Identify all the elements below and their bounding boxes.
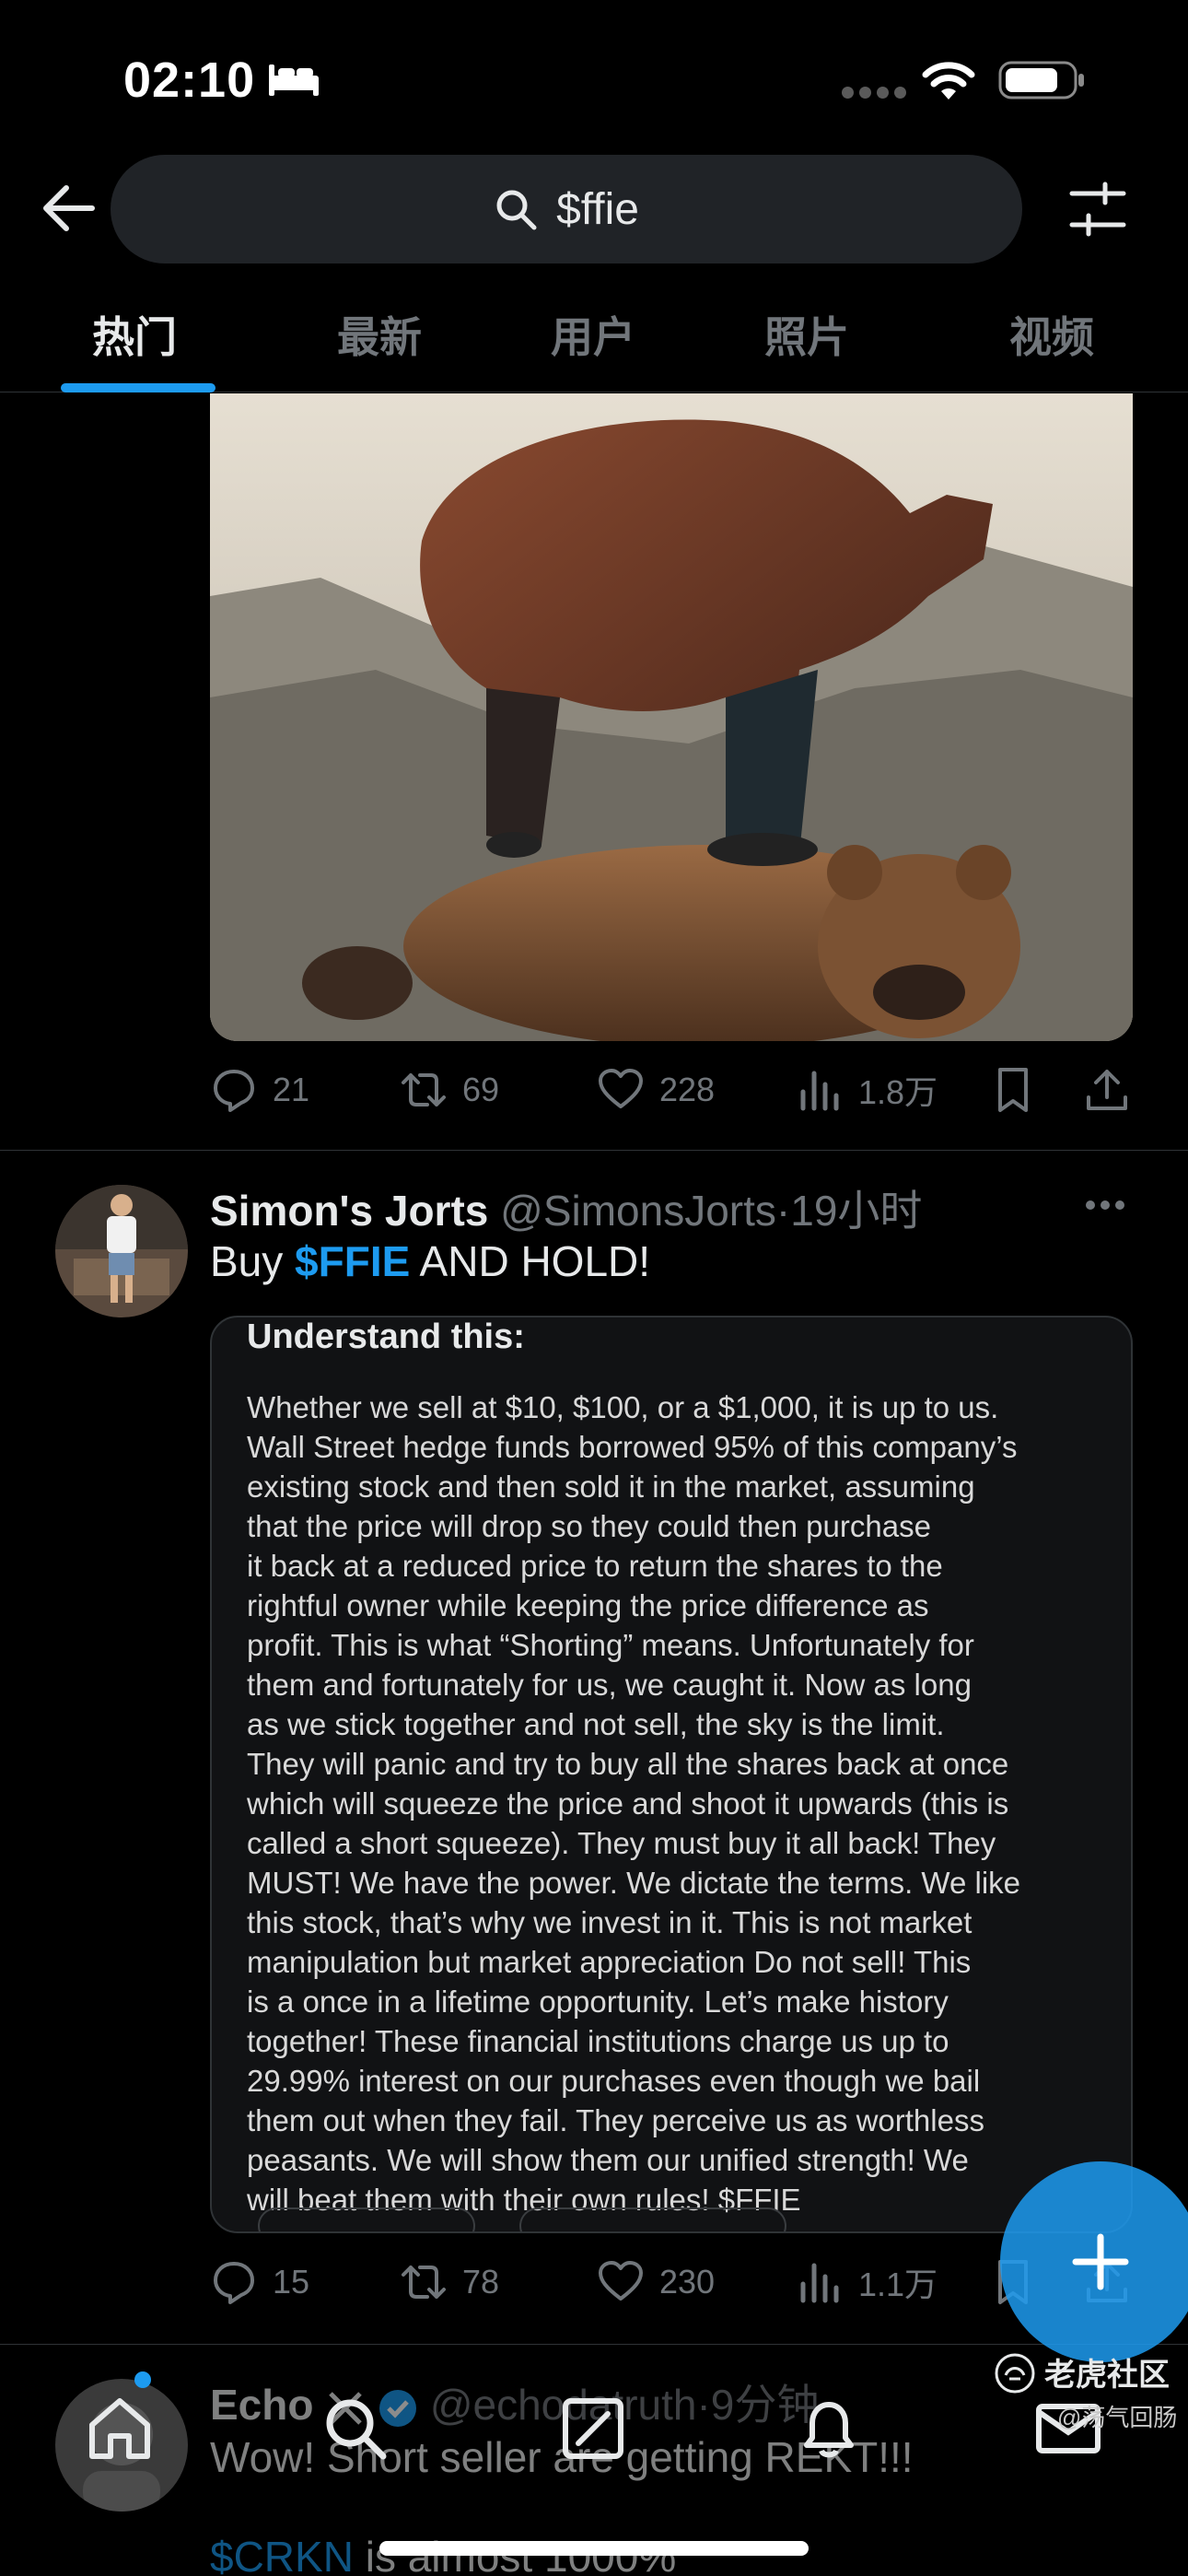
tiger-community-logo-icon [995,2353,1035,2394]
like-icon [599,2261,643,2301]
notifications-icon[interactable] [792,2392,866,2465]
embed-line: peasants. We will show them our unified … [247,2143,969,2177]
author-handle[interactable]: @SimonsJorts [500,1187,776,1235]
embed-body: Whether we sell at $10, $100, or a $1,00… [247,1388,1112,2219]
active-tab-indicator [61,383,215,392]
explore-icon[interactable] [319,2392,392,2465]
retweet-button[interactable]: 69 [400,1058,499,1122]
tab-people[interactable]: 用户 [551,304,635,365]
embed-title: Understand this: [247,1317,525,1356]
tweet-media-text-image[interactable]: Understand this: Whether we sell at $10,… [210,1316,1133,2233]
tweet2-action-bar: 15 78 230 1.1万 [210,2250,1133,2314]
share-button[interactable] [1083,1058,1131,1122]
cellular-signal-icon [842,87,906,100]
back-arrow-icon[interactable] [37,181,98,236]
tweet-media-image[interactable] [210,393,1133,1041]
tweet-header: Simon's Jorts @SimonsJorts·19小时 [210,1177,922,1238]
search-query: $ffie [556,184,639,234]
like-count: 230 [659,2263,716,2301]
views-icon [800,2263,839,2303]
cashtag-link[interactable]: $FFIE [295,1237,410,1285]
embed-line: existing stock and then sold it in the m… [247,1469,975,1504]
embed-line: manipulation but market appreciation Do … [247,1945,972,1979]
status-bar: 02:10 [0,0,1188,147]
embed-line: Wall Street hedge funds borrowed 95% of … [247,1430,1018,1464]
tweet-text-suffix: AND HOLD! [410,1237,651,1285]
embed-line: is a once in a lifetime opportunity. Let… [247,1985,949,2019]
tweet-divider [0,2344,1188,2345]
tweet-text-prefix: Buy [210,1237,296,1285]
share-icon [1087,1070,1127,1110]
like-count: 228 [659,1071,716,1108]
wifi-icon [922,62,975,100]
compose-button[interactable] [1000,2161,1188,2362]
tweet1-action-bar: 21 69 228 1.8万 [210,1058,1133,1122]
reply-icon [214,2262,254,2304]
embed-line: them and fortunately for us, we caught i… [247,1668,972,1702]
embed-line: profit. This is what “Shorting” means. U… [247,1628,974,1662]
like-icon [599,1069,643,1108]
meta-separator: · [775,1187,791,1235]
grok-icon[interactable] [556,2392,630,2465]
watermark-subtitle: @荡气回肠 [1057,2404,1178,2431]
embed-line: as we stick together and not sell, the s… [247,1707,945,1741]
search-icon [496,190,537,230]
embed-footer-pills [258,2207,1087,2231]
compose-plus-icon [1072,2233,1129,2290]
search-tabs: 热门 最新 用户 照片 视频 [0,276,1188,392]
reply-icon [214,1070,254,1112]
embed-line: They will panic and try to buy all the s… [247,1747,1009,1781]
views-button[interactable]: 1.8万 [796,1058,938,1122]
embed-line: rightful owner while keeping the price d… [247,1588,929,1622]
search-input[interactable]: $ffie [111,155,1022,263]
views-icon [800,1071,839,1111]
reply-button[interactable]: 21 [210,1058,309,1122]
embed-line: them out when they fail. They perceive u… [247,2103,984,2137]
tab-photos[interactable]: 照片 [764,304,849,365]
embed-pill [519,2207,786,2231]
retweet-count: 78 [462,2263,500,2301]
home-indicator[interactable] [379,2541,809,2556]
retweet-count: 69 [462,1071,500,1108]
embed-line: this stock, that’s why we invest in it. … [247,1905,973,1939]
tab-latest[interactable]: 最新 [337,304,422,365]
reply-count: 15 [273,2263,310,2301]
embed-pill [258,2207,475,2231]
views-count: 1.8万 [858,1073,938,1111]
like-button[interactable]: 228 [597,1058,715,1122]
watermark-title: 老虎社区 [1044,2358,1170,2393]
embed-line: that the price will drop so they could t… [247,1509,931,1543]
embed-line: Whether we sell at $10, $100, or a $1,00… [247,1390,999,1424]
retweet-button[interactable]: 78 [400,2250,499,2314]
embed-line: which will squeeze the price and shoot i… [247,1786,1009,1821]
embed-line: it back at a reduced price to return the… [247,1549,943,1583]
sleep-focus-icon [269,64,319,96]
embed-line: called a short squeeze). They must buy i… [247,1826,996,1860]
tab-videos[interactable]: 视频 [1009,304,1094,365]
bookmark-button[interactable] [989,1058,1037,1122]
battery-icon [998,61,1084,100]
reply-count: 21 [273,1071,310,1108]
more-icon[interactable] [1085,1200,1125,1211]
views-button[interactable]: 1.1万 [796,2250,938,2314]
home-icon[interactable] [83,2392,157,2465]
author-name[interactable]: Simon's Jorts [210,1187,488,1235]
reply-button[interactable]: 15 [210,2250,309,2314]
tweet-text: Buy $FFIE AND HOLD! [210,1236,650,1286]
filter-icon[interactable] [1068,181,1127,238]
tweet-divider [0,1150,1188,1151]
retweet-icon [402,2266,446,2299]
embed-line: MUST! We have the power. We dictate the … [247,1866,1021,1900]
embed-line: 29.99% interest on our purchases even th… [247,2064,981,2098]
like-button[interactable]: 230 [597,2250,715,2314]
bookmark-icon [998,1068,1028,1112]
status-time: 02:10 [123,53,256,108]
embed-line: together! These financial institutions c… [247,2024,949,2058]
tab-top[interactable]: 热门 [92,304,177,365]
views-count: 1.1万 [858,2266,938,2303]
tweet-time: 19小时 [790,1187,923,1235]
home-unread-dot [134,2371,151,2388]
retweet-icon [402,1073,446,1107]
avatar[interactable] [55,1185,188,1317]
